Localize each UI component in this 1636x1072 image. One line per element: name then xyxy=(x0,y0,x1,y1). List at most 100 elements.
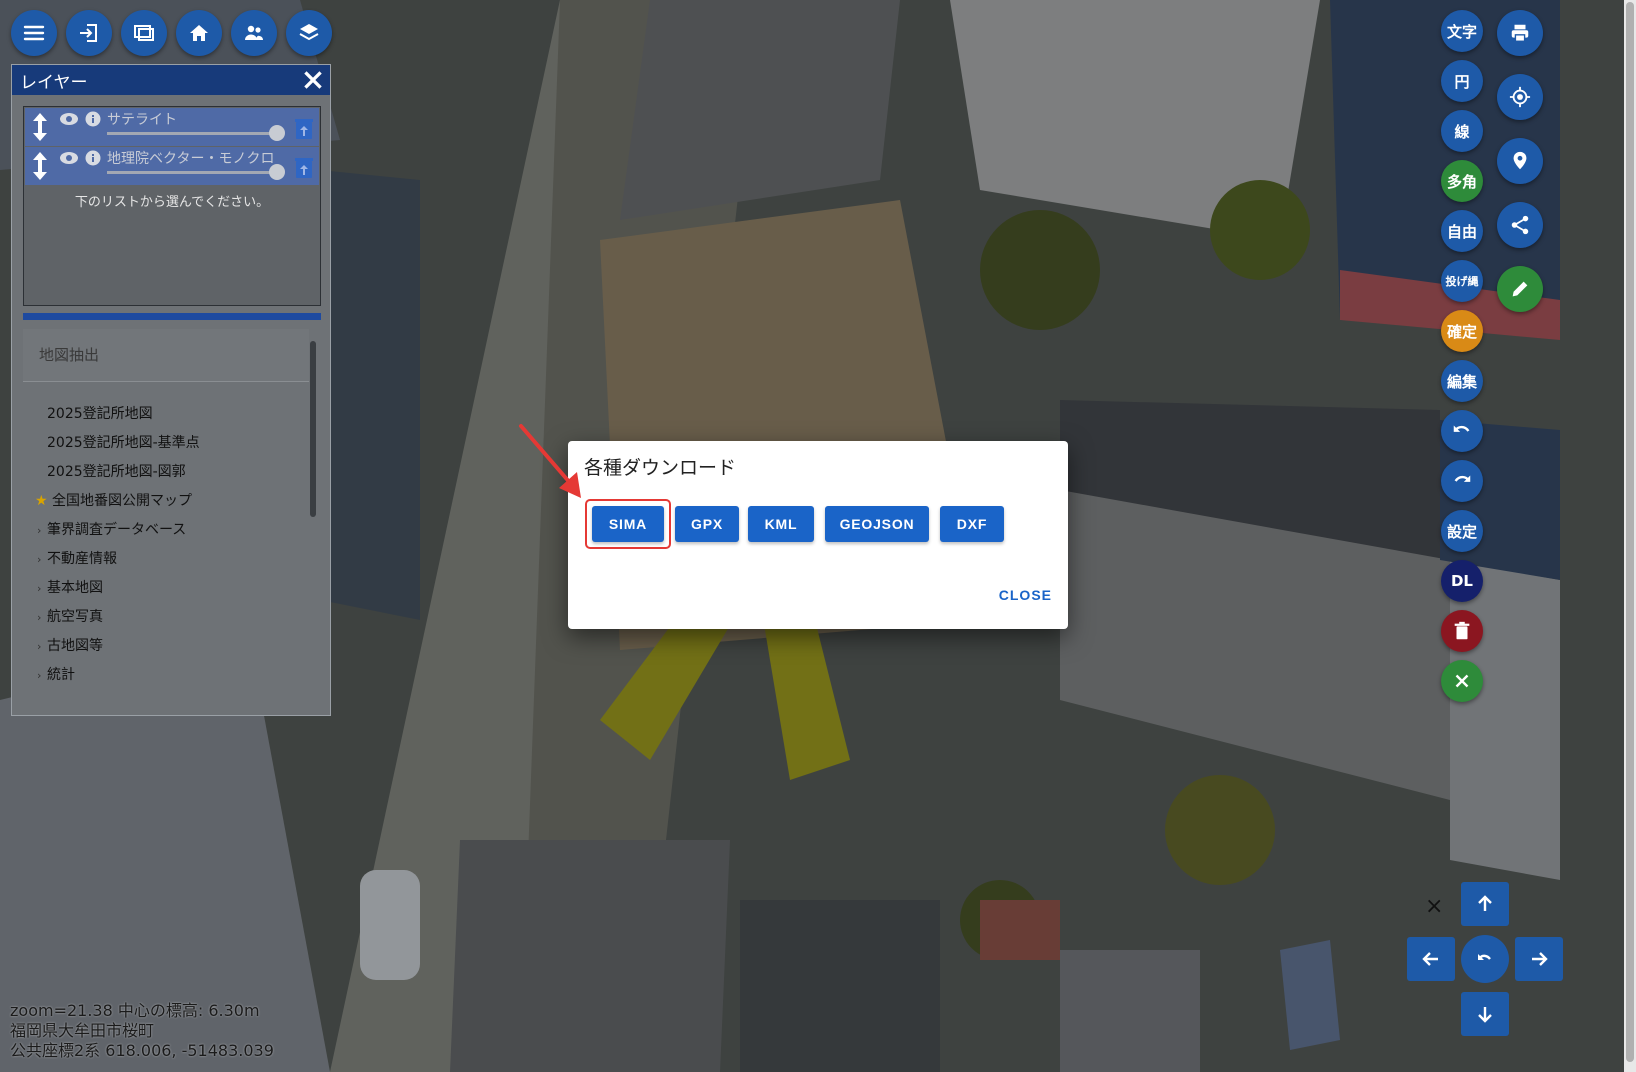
layer-panel-header[interactable]: レイヤー xyxy=(12,65,330,95)
circle-tool-button[interactable]: 円 xyxy=(1441,60,1483,102)
layer-panel: レイヤー サテライト 地理院ベクター・モノクロ 下のリストから選んでください。 … xyxy=(11,64,331,716)
download-dialog: 各種ダウンロード SIMA GPX KML GEOJSON DXF CLOSE xyxy=(568,441,1068,629)
layer-row[interactable]: 地理院ベクター・モノクロ xyxy=(25,147,319,185)
tree-group[interactable]: › 基本地図 xyxy=(23,574,309,603)
freehand-tool-button[interactable]: 自由 xyxy=(1441,210,1483,252)
arrow-up-icon xyxy=(1478,895,1492,911)
trash-icon xyxy=(1454,621,1470,640)
pan-right-button[interactable] xyxy=(1515,937,1563,981)
tree-scrollbar-thumb[interactable] xyxy=(310,341,316,517)
tree-group[interactable]: › 古地図等 xyxy=(23,632,309,661)
gpx-download-button[interactable]: GPX xyxy=(675,506,739,542)
pin-button[interactable] xyxy=(1497,138,1543,184)
tree-item-favorite[interactable]: ★ 全国地番図公開マップ xyxy=(23,487,309,516)
tree-group[interactable]: › 統計 xyxy=(23,661,309,690)
edit-button[interactable]: 編集 xyxy=(1441,360,1483,402)
layer-row[interactable]: サテライト xyxy=(25,108,319,146)
opacity-slider-handle[interactable] xyxy=(269,164,285,180)
info-icon[interactable] xyxy=(85,150,101,166)
dxf-download-button[interactable]: DXF xyxy=(940,506,1004,542)
eye-icon[interactable] xyxy=(59,112,79,126)
remove-layer-icon[interactable] xyxy=(295,118,313,140)
login-button[interactable] xyxy=(66,10,112,56)
arrow-left-icon xyxy=(1422,952,1438,966)
tree-group-label: 基本地図 xyxy=(47,580,103,596)
layers-icon xyxy=(299,24,319,41)
pan-left-button[interactable] xyxy=(1407,937,1455,981)
map-status: zoom=21.38 中心の標高: 6.30m 福岡県大牟田市桜町 公共座標2系… xyxy=(10,1001,274,1061)
tree-group-label: 航空写真 xyxy=(47,609,103,625)
opacity-slider[interactable] xyxy=(107,171,279,174)
remove-layer-icon[interactable] xyxy=(295,157,313,179)
reset-rotation-button[interactable] xyxy=(1461,935,1509,983)
section-title[interactable]: 地図抽出 xyxy=(23,329,309,382)
tree-scrollbar[interactable] xyxy=(309,329,317,705)
panel-divider[interactable] xyxy=(23,313,321,320)
users-icon xyxy=(245,25,263,40)
share-icon xyxy=(1511,215,1529,235)
login-icon xyxy=(80,24,97,42)
close-icon[interactable] xyxy=(300,67,326,93)
drag-handle-icon[interactable] xyxy=(29,111,51,143)
layer-tree: 地図抽出 2025登記所地図 2025登記所地図-基準点 2025登記所地図-図… xyxy=(23,329,309,705)
lasso-tool-button[interactable]: 投げ縄 xyxy=(1441,260,1483,302)
annotation-arrow-icon xyxy=(519,424,581,498)
sima-download-button[interactable]: SIMA xyxy=(592,506,664,542)
rotate-icon xyxy=(1478,954,1491,960)
users-button[interactable] xyxy=(231,10,277,56)
settings-button[interactable]: 設定 xyxy=(1441,510,1483,552)
chevron-right-icon: › xyxy=(37,669,42,682)
share-button[interactable] xyxy=(1497,202,1543,248)
arrow-down-icon xyxy=(1478,1007,1492,1023)
opacity-slider-handle[interactable] xyxy=(269,125,285,141)
menu-icon xyxy=(23,25,45,41)
pan-up-button[interactable] xyxy=(1461,882,1509,926)
tree-group-label: 古地図等 xyxy=(47,638,103,654)
address-readout: 福岡県大牟田市桜町 xyxy=(10,1021,155,1040)
tree-group-label: 統計 xyxy=(47,667,75,683)
draw-button[interactable] xyxy=(1497,266,1543,312)
polygon-tool-button[interactable]: 多角 xyxy=(1441,160,1483,202)
display-button[interactable] xyxy=(121,10,167,56)
home-button[interactable] xyxy=(176,10,222,56)
coordinate-readout: 公共座標2系 618.006, -51483.039 xyxy=(10,1041,274,1060)
opacity-slider[interactable] xyxy=(107,132,279,135)
confirm-button[interactable]: 確定 xyxy=(1441,310,1483,352)
eye-icon[interactable] xyxy=(59,151,79,165)
download-button[interactable]: DL xyxy=(1441,560,1483,602)
info-icon[interactable] xyxy=(85,111,101,127)
chevron-right-icon: › xyxy=(37,611,42,624)
drag-handle-icon[interactable] xyxy=(29,150,51,182)
tree-group[interactable]: › 航空写真 xyxy=(23,603,309,632)
page-scrollbar-thumb[interactable] xyxy=(1626,2,1634,1062)
tree-group-label: 筆界調査データベース xyxy=(47,522,187,538)
undo-button[interactable] xyxy=(1441,410,1483,452)
line-tool-button[interactable]: 線 xyxy=(1441,110,1483,152)
print-button[interactable] xyxy=(1497,10,1543,56)
dialog-title: 各種ダウンロード xyxy=(584,457,737,479)
chevron-right-icon: › xyxy=(37,640,42,653)
redo-button[interactable] xyxy=(1441,460,1483,502)
text-tool-button[interactable]: 文字 xyxy=(1441,10,1483,52)
zoom-elevation-readout: zoom=21.38 中心の標高: 6.30m xyxy=(10,1001,260,1020)
tree-item[interactable]: 2025登記所地図 xyxy=(23,400,309,429)
page-scrollbar[interactable] xyxy=(1624,0,1636,1072)
nav-pad-close[interactable]: × xyxy=(1425,894,1443,919)
display-icon xyxy=(134,25,154,41)
close-button[interactable]: CLOSE xyxy=(999,587,1052,603)
locate-button[interactable] xyxy=(1497,74,1543,120)
tree-item[interactable]: 2025登記所地図-図郭 xyxy=(23,458,309,487)
kml-download-button[interactable]: KML xyxy=(748,506,814,542)
layer-name: 地理院ベクター・モノクロ xyxy=(107,151,275,167)
geojson-download-button[interactable]: GEOJSON xyxy=(825,506,929,542)
tree-group[interactable]: › 不動産情報 xyxy=(23,545,309,574)
menu-button[interactable] xyxy=(11,10,57,56)
cancel-button[interactable] xyxy=(1441,660,1483,702)
layers-button[interactable] xyxy=(286,10,332,56)
pencil-icon xyxy=(1512,281,1528,297)
tree-item[interactable]: 2025登記所地図-基準点 xyxy=(23,429,309,458)
tree-group[interactable]: › 筆界調査データベース xyxy=(23,516,309,545)
delete-button[interactable] xyxy=(1441,610,1483,652)
layer-hint: 下のリストから選んでください。 xyxy=(74,195,270,210)
pan-down-button[interactable] xyxy=(1461,992,1509,1036)
